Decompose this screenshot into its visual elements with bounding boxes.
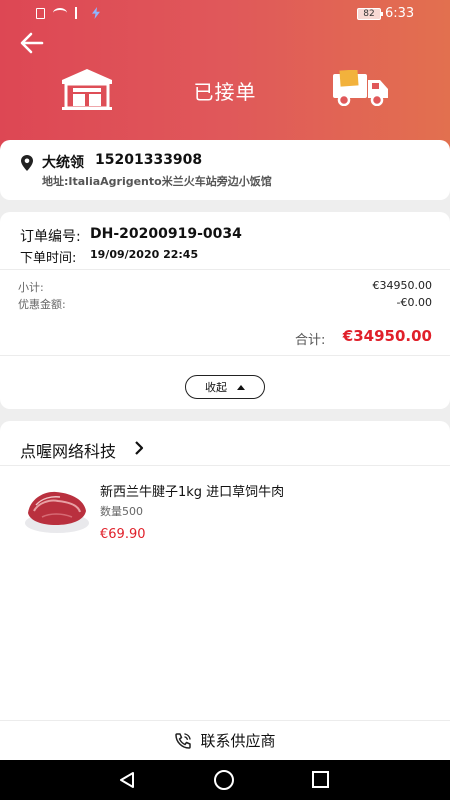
back-arrow-icon[interactable] (18, 30, 46, 56)
recipient-address: 地址:ItaliaAgrigento米兰火车站旁边小饭馆 (42, 175, 272, 188)
product-image[interactable] (22, 483, 92, 535)
recipient-name: 大统领 (42, 155, 84, 171)
contact-supplier-label: 联系供应商 (200, 732, 276, 750)
chevron-right-icon[interactable] (134, 441, 144, 455)
order-info-card: 订单编号: DH-20200919-0034 下单时间: 19/09/2020 … (0, 212, 450, 409)
total-label: 合计: (295, 333, 326, 348)
subtotal-label: 小计: (18, 281, 44, 294)
divider (0, 269, 450, 270)
sim-icon (36, 7, 45, 19)
caret-up-icon (237, 384, 245, 390)
delivery-truck-icon (333, 70, 388, 106)
charging-icon (92, 7, 100, 19)
subtotal-value: €34950.00 (372, 279, 433, 292)
phone-icon (175, 732, 192, 749)
order-number-value: DH-20200919-0034 (90, 226, 242, 242)
order-time-label: 下单时间: (20, 251, 77, 266)
nav-home-icon[interactable] (214, 770, 234, 790)
collapse-button[interactable]: 收起 (185, 375, 265, 399)
status-bar: 82 6:33 (0, 0, 450, 28)
location-pin-icon (21, 155, 33, 171)
system-navigation-bar (0, 760, 450, 800)
total-value: €34950.00 (342, 327, 432, 345)
warehouse-icon (62, 69, 112, 110)
divider (0, 465, 450, 466)
usb-icon (75, 7, 83, 19)
product-price: €69.90 (100, 527, 146, 542)
order-status-title: 已接单 (193, 80, 257, 104)
product-name[interactable]: 新西兰牛腱子1kg 进口草饲牛肉 (100, 481, 284, 500)
status-time: 6:33 (385, 6, 415, 21)
wifi-icon (53, 8, 67, 18)
order-time-value: 19/09/2020 22:45 (90, 248, 199, 261)
battery-indicator: 82 (357, 8, 383, 20)
order-number-label: 订单编号: (20, 229, 81, 245)
divider (0, 355, 450, 356)
delivery-address-card: 大统领 15201333908 地址:ItaliaAgrigento米兰火车站旁… (0, 140, 450, 200)
discount-label: 优惠金额: (18, 298, 66, 311)
shop-products-card: 点喔网络科技 新西兰牛腱子1kg 进口草饲牛肉 数量500 €69.90 (0, 421, 450, 761)
recipient-phone: 15201333908 (95, 152, 203, 168)
nav-back-icon[interactable] (118, 771, 136, 789)
collapse-label: 收起 (205, 381, 227, 394)
nav-recent-apps-icon[interactable] (312, 771, 329, 788)
contact-supplier-button[interactable]: 联系供应商 (0, 720, 450, 760)
shop-name[interactable]: 点喔网络科技 (20, 438, 116, 462)
discount-value: -€0.00 (396, 296, 432, 309)
product-quantity: 数量500 (100, 505, 143, 518)
